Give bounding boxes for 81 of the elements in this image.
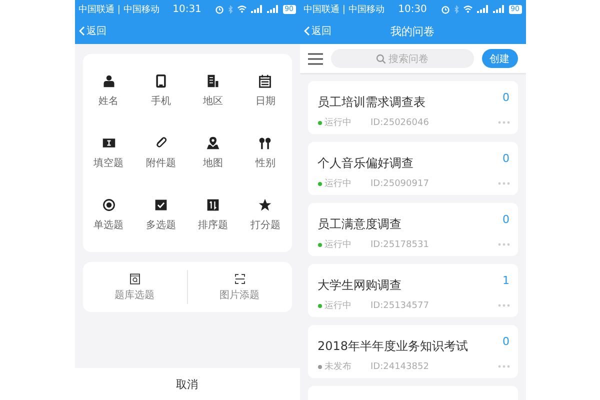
- survey-id: ID:25026046: [370, 118, 430, 128]
- back-button[interactable]: 返回: [78, 24, 106, 38]
- radio-icon: [102, 198, 116, 212]
- sort-icon: [206, 198, 220, 212]
- search-placeholder: 搜索问卷: [388, 52, 428, 66]
- survey-card[interactable]: 大学生网购调查 1 运行中 ID:25134577: [308, 264, 518, 317]
- import-option-button[interactable]: 图片添题: [188, 268, 292, 306]
- survey-title: 2018年半年度业务知识考试: [318, 338, 468, 355]
- create-button[interactable]: 创建: [482, 49, 518, 68]
- field-type-button[interactable]: 单选题: [82, 184, 135, 246]
- survey-id: ID:25178531: [370, 240, 430, 250]
- phone-icon: [154, 74, 168, 88]
- building-icon: [206, 74, 220, 88]
- menu-icon[interactable]: [308, 52, 322, 64]
- survey-id: ID:25134577: [370, 300, 430, 310]
- survey-card[interactable]: 员工培训需求调查表 0 运行中 ID:25026046: [308, 81, 518, 134]
- alarm-icon: [214, 4, 224, 14]
- response-count: 1: [502, 274, 510, 287]
- carrier-name: 中国联通 | 中国移动: [78, 4, 160, 16]
- survey-title: 个人音乐偏好调查: [318, 155, 414, 172]
- clock-time: 10:31: [172, 4, 202, 14]
- survey-title: 员工培训需求调查表: [318, 94, 426, 111]
- signal-icon: [492, 5, 505, 13]
- survey-id: ID:25090917: [370, 178, 430, 188]
- survey-status: 未发布: [324, 360, 352, 373]
- field-type-button[interactable]: 填空题: [82, 122, 135, 184]
- checkbox-icon: [154, 198, 168, 212]
- calendar-icon: [258, 74, 272, 88]
- survey-card[interactable]: 2018年半年度业务知识考试 0 未发布 ID:24143852: [308, 325, 518, 378]
- survey-card[interactable]: 员工满意度调查 0 运行中 ID:25178531: [308, 203, 518, 256]
- survey-status: 运行中: [324, 238, 352, 251]
- clock-time: 10:30: [398, 4, 427, 14]
- survey-title: 员工满意度调查: [318, 216, 402, 233]
- survey-title: 大学生网购调查: [318, 277, 402, 294]
- response-count: 0: [502, 91, 510, 104]
- survey-id: ID:24143852: [370, 362, 430, 372]
- field-type-button[interactable]: 地区: [187, 60, 240, 122]
- field-type-button[interactable]: 姓名: [82, 60, 135, 122]
- star-icon: [258, 198, 272, 212]
- signal-icon: [476, 5, 489, 13]
- question-bank-icon: [128, 272, 140, 284]
- survey-card[interactable]: 个人音乐偏好调查 0 运行中 ID:25090917: [308, 142, 518, 195]
- field-type-button[interactable]: 打分题: [239, 184, 292, 246]
- survey-status: 运行中: [324, 116, 352, 129]
- more-icon[interactable]: [498, 182, 510, 185]
- more-icon[interactable]: [498, 365, 510, 368]
- bluetooth-icon: [228, 4, 233, 14]
- survey-status: 运行中: [324, 178, 352, 190]
- chevron-left-icon: [78, 26, 84, 36]
- field-type-button[interactable]: 手机: [134, 60, 187, 122]
- response-count: 0: [502, 213, 510, 226]
- paperclip-icon: [154, 136, 168, 150]
- chevron-left-icon: [304, 26, 310, 36]
- scan-frame-icon: [234, 272, 246, 284]
- map-pin-icon: [206, 136, 220, 150]
- field-type-button[interactable]: 附件题: [134, 122, 187, 184]
- bluetooth-icon: [454, 4, 459, 14]
- more-icon[interactable]: [498, 243, 510, 246]
- field-type-button[interactable]: 性别: [239, 122, 292, 184]
- more-icon[interactable]: [498, 121, 510, 124]
- signal-icon: [266, 5, 279, 13]
- response-count: 0: [502, 152, 510, 165]
- back-button[interactable]: 返回: [304, 24, 332, 38]
- page-title: 我的问卷: [390, 24, 434, 38]
- carrier-name: 中国联通 | 中国移动: [304, 4, 386, 16]
- response-count: 0: [502, 335, 510, 348]
- alarm-icon: [440, 4, 450, 14]
- wifi-icon: [236, 5, 247, 13]
- text-field-icon: [102, 136, 116, 150]
- person-icon: [102, 74, 116, 88]
- more-icon[interactable]: [498, 304, 510, 307]
- field-type-button[interactable]: 排序题: [187, 184, 240, 246]
- cancel-button[interactable]: 取消: [74, 368, 300, 400]
- search-icon: [376, 54, 386, 64]
- survey-status: 运行中: [324, 300, 352, 312]
- field-type-button[interactable]: 日期: [239, 60, 292, 122]
- field-type-button[interactable]: 多选题: [134, 184, 187, 246]
- import-option-button[interactable]: 题库选题: [82, 268, 186, 306]
- field-type-button[interactable]: 地图: [187, 122, 240, 184]
- signal-icon: [250, 5, 263, 13]
- wifi-icon: [462, 5, 473, 13]
